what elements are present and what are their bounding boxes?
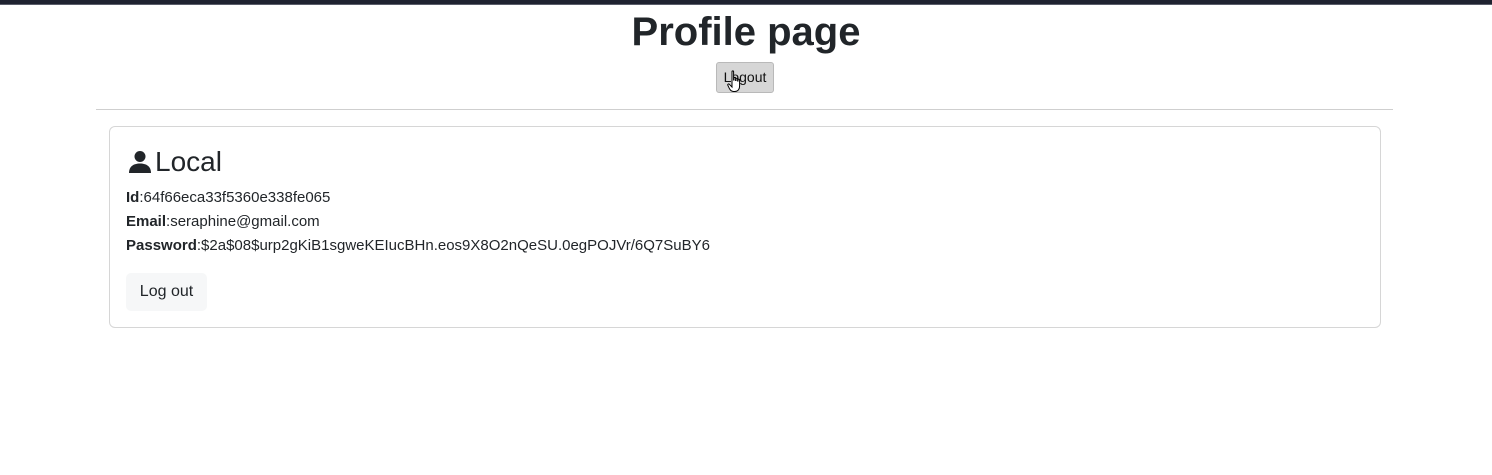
card-title-text: Local (155, 146, 222, 177)
header-logout-button[interactable]: Logout (716, 62, 774, 93)
email-label: Email (126, 213, 167, 230)
id-field: Id:64f66eca33f5360e338fe065 (126, 189, 331, 206)
profile-card: Local Id:64f66eca33f5360e338fe065 Email:… (109, 126, 1381, 328)
pointer-cursor-icon (727, 70, 741, 92)
user-icon (129, 151, 151, 173)
card-title: Local (128, 145, 222, 179)
card-logout-button[interactable]: Log out (126, 273, 207, 311)
email-field: Email:seraphine@gmail.com (126, 213, 320, 230)
password-value: $2a$08$urp2gKiB1sgweKEIucBHn.eos9X8O2nQe… (201, 237, 710, 254)
browser-top-strip (0, 0, 1492, 5)
page-title: Profile page (631, 10, 861, 54)
header-divider (96, 109, 1393, 110)
password-field: Password:$2a$08$urp2gKiB1sgweKEIucBHn.eo… (126, 237, 710, 254)
email-value: seraphine@gmail.com (170, 213, 320, 230)
id-value: 64f66eca33f5360e338fe065 (143, 189, 331, 206)
id-label: Id (126, 189, 140, 206)
password-label: Password (126, 237, 197, 254)
